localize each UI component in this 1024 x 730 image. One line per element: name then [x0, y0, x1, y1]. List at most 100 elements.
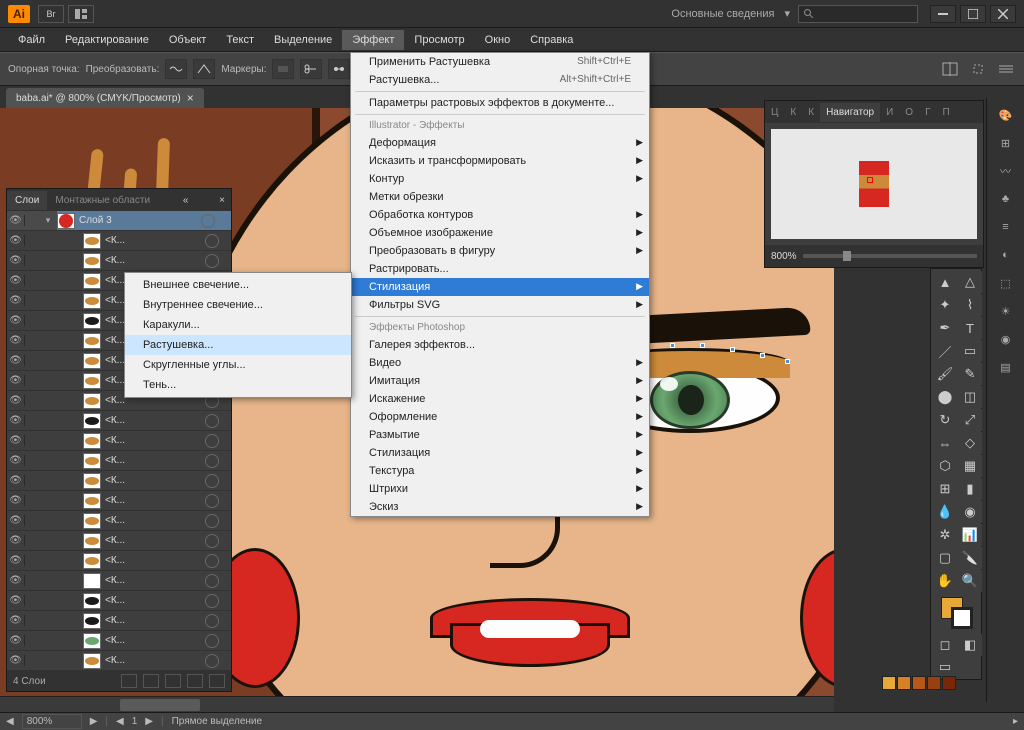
visibility-toggle[interactable]: 👁: [7, 615, 25, 626]
menu-file[interactable]: Файл: [8, 30, 55, 50]
visibility-toggle[interactable]: 👁: [7, 495, 25, 506]
artboards-tab[interactable]: Монтажные области: [47, 191, 158, 210]
menu-text[interactable]: Текст: [216, 30, 264, 50]
effect-svg-filters[interactable]: Фильтры SVG▶: [351, 296, 649, 314]
layer-row[interactable]: 👁<К...: [7, 591, 231, 611]
effect-rasterize[interactable]: Растрировать...: [351, 260, 649, 278]
status-nav-left[interactable]: ◀: [6, 716, 14, 727]
visibility-toggle[interactable]: 👁: [7, 335, 25, 346]
menu-window[interactable]: Окно: [475, 30, 521, 50]
effect-convert-shape[interactable]: Преобразовать в фигуру▶: [351, 242, 649, 260]
document-tab[interactable]: baba.ai* @ 800% (CMYK/Просмотр) ×: [6, 88, 204, 108]
effect-path[interactable]: Контур▶: [351, 170, 649, 188]
menu-select[interactable]: Выделение: [264, 30, 342, 50]
visibility-toggle[interactable]: 👁: [7, 455, 25, 466]
anchor-corner-icon[interactable]: [193, 59, 215, 79]
panel-icon-layers[interactable]: ▤: [995, 356, 1017, 378]
visibility-toggle[interactable]: 👁: [7, 375, 25, 386]
submenu-drop-shadow[interactable]: Тень...: [125, 375, 351, 395]
panel-icon-color[interactable]: 🎨: [995, 104, 1017, 126]
tool-magic-wand[interactable]: ✦: [933, 294, 957, 316]
layer-target[interactable]: [205, 614, 219, 628]
panel-icon-brushes[interactable]: 〰: [995, 160, 1017, 182]
layer-target[interactable]: [205, 434, 219, 448]
visibility-toggle[interactable]: 👁: [7, 395, 25, 406]
layer-target[interactable]: [205, 594, 219, 608]
tool-draw-normal[interactable]: ◻: [933, 634, 957, 656]
navigator-preview[interactable]: [771, 129, 977, 239]
layer-row[interactable]: 👁<К...: [7, 651, 231, 671]
menu-view[interactable]: Просмотр: [404, 30, 474, 50]
visibility-toggle[interactable]: 👁: [7, 235, 25, 246]
layer-target[interactable]: [205, 554, 219, 568]
search-input[interactable]: [798, 5, 918, 23]
make-clip-icon[interactable]: [143, 674, 159, 688]
visibility-toggle[interactable]: 👁: [7, 215, 25, 226]
visibility-toggle[interactable]: 👁: [7, 295, 25, 306]
delete-layer-icon[interactable]: [209, 674, 225, 688]
layer-target[interactable]: [205, 574, 219, 588]
nav-tab-i[interactable]: И: [880, 103, 899, 122]
tool-eyedropper[interactable]: 💧: [933, 501, 957, 523]
layers-close-icon[interactable]: ×: [213, 195, 231, 206]
effect-stylize[interactable]: Стилизация▶: [351, 278, 649, 296]
tool-brush[interactable]: 🖌: [933, 363, 957, 385]
tool-blend[interactable]: ◉: [958, 501, 982, 523]
close-button[interactable]: [990, 5, 1016, 23]
nav-tab-k1[interactable]: К: [784, 103, 802, 122]
new-layer-icon[interactable]: [187, 674, 203, 688]
effect-distort[interactable]: Исказить и трансформировать▶: [351, 152, 649, 170]
submenu-outer-glow[interactable]: Внешнее свечение...: [125, 275, 351, 295]
menu-effect[interactable]: Эффект: [342, 30, 404, 50]
tool-rectangle[interactable]: ▭: [958, 340, 982, 362]
panel-icon-graphic-styles[interactable]: ◉: [995, 328, 1017, 350]
layer-row[interactable]: 👁<К...: [7, 451, 231, 471]
effect-3d[interactable]: Объемное изображение▶: [351, 224, 649, 242]
tool-free-transform[interactable]: ◇: [958, 432, 982, 454]
visibility-toggle[interactable]: 👁: [7, 355, 25, 366]
visibility-toggle[interactable]: 👁: [7, 475, 25, 486]
tool-fill-stroke[interactable]: [933, 593, 957, 633]
tool-pencil[interactable]: ✎: [958, 363, 982, 385]
layer-row-top[interactable]: 👁 ▾ Слой 3: [7, 211, 231, 231]
tool-type[interactable]: T: [958, 317, 982, 339]
nav-tab-k2[interactable]: К: [802, 103, 820, 122]
layer-row[interactable]: 👁<К...: [7, 471, 231, 491]
layer-target[interactable]: [205, 654, 219, 668]
layer-row[interactable]: 👁<К...: [7, 431, 231, 451]
layer-target[interactable]: [201, 214, 215, 228]
visibility-toggle[interactable]: 👁: [7, 535, 25, 546]
visibility-toggle[interactable]: 👁: [7, 655, 25, 666]
panel-icon-swatches[interactable]: ⊞: [995, 132, 1017, 154]
tool-graph[interactable]: 📊: [958, 524, 982, 546]
swatch[interactable]: [882, 676, 896, 690]
tool-hand[interactable]: ✋: [933, 570, 957, 592]
menu-object[interactable]: Объект: [159, 30, 216, 50]
layers-collapse-icon[interactable]: «: [177, 195, 195, 206]
panel-icon-gradient[interactable]: ◐: [995, 244, 1017, 266]
minimize-button[interactable]: [930, 5, 956, 23]
new-sublayer-icon[interactable]: [165, 674, 181, 688]
tool-zoom[interactable]: 🔍: [958, 570, 982, 592]
tool-screen-mode[interactable]: ▭: [933, 657, 957, 677]
layer-target[interactable]: [205, 254, 219, 268]
nav-tab-color[interactable]: Ц: [765, 103, 784, 122]
visibility-toggle[interactable]: 👁: [7, 255, 25, 266]
swatch[interactable]: [942, 676, 956, 690]
visibility-toggle[interactable]: 👁: [7, 275, 25, 286]
tool-selection[interactable]: ▲: [933, 271, 957, 293]
layer-target[interactable]: [205, 474, 219, 488]
tool-blob[interactable]: ⬤: [933, 386, 957, 408]
layer-target[interactable]: [205, 514, 219, 528]
hscroll-thumb[interactable]: [120, 699, 200, 711]
layer-row[interactable]: 👁<К...: [7, 631, 231, 651]
effect-gallery[interactable]: Галерея эффектов...: [351, 336, 649, 354]
menu-edit[interactable]: Редактирование: [55, 30, 159, 50]
visibility-toggle[interactable]: 👁: [7, 415, 25, 426]
layers-tab[interactable]: Слои: [7, 191, 47, 210]
panel-icon-transparency[interactable]: ⬚: [995, 272, 1017, 294]
tool-draw-behind[interactable]: ◧: [958, 634, 982, 656]
tool-rotate[interactable]: ↻: [933, 409, 957, 431]
effect-crop-marks[interactable]: Метки обрезки: [351, 188, 649, 206]
effect-sketch[interactable]: Эскиз▶: [351, 498, 649, 516]
